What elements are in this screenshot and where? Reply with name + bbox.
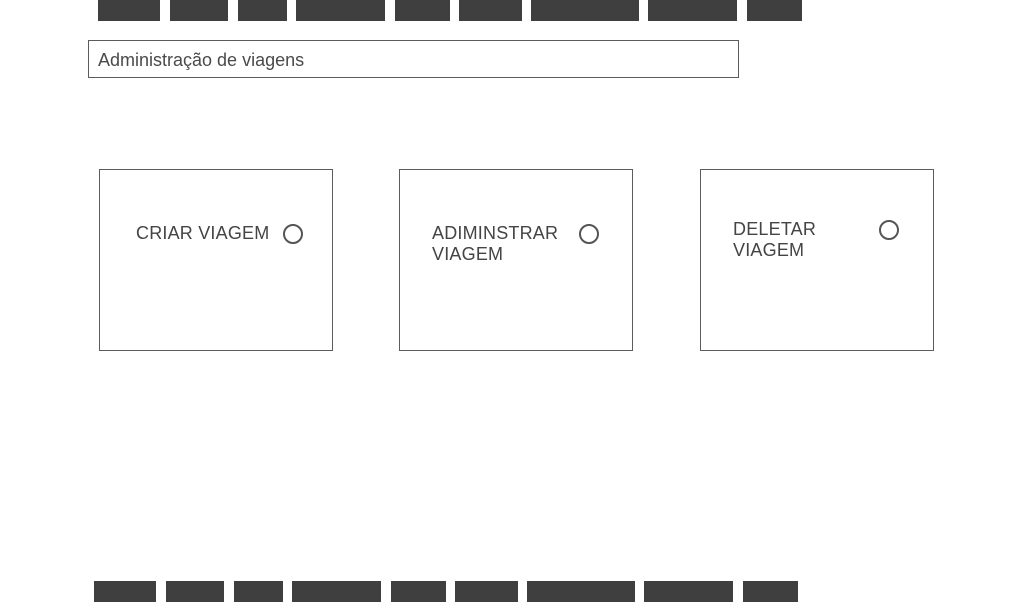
top-nav-item-1[interactable] — [98, 0, 160, 21]
top-nav-item-9[interactable] — [747, 0, 802, 21]
top-nav-item-8[interactable] — [648, 0, 737, 21]
top-nav-item-6[interactable] — [459, 0, 522, 21]
delete-trip-card[interactable]: DELETAR VIAGEM — [700, 169, 934, 351]
bottom-nav-item-7[interactable] — [527, 581, 635, 602]
top-nav-item-3[interactable] — [238, 0, 287, 21]
delete-trip-label: DELETAR VIAGEM — [733, 219, 817, 260]
bottom-nav-item-5[interactable] — [391, 581, 446, 602]
page-title: Administração de viagens — [98, 50, 305, 70]
bottom-nav-item-9[interactable] — [743, 581, 798, 602]
manage-trip-card[interactable]: ADIMINSTRAR VIAGEM — [399, 169, 633, 351]
create-trip-label: CRIAR VIAGEM — [136, 223, 270, 243]
bottom-nav-item-1[interactable] — [94, 581, 156, 602]
page-title-box: Administração de viagens — [88, 40, 739, 78]
top-nav-item-5[interactable] — [395, 0, 450, 21]
manage-trip-label: ADIMINSTRAR VIAGEM — [432, 223, 559, 264]
top-nav-item-2[interactable] — [170, 0, 228, 21]
top-nav-item-4[interactable] — [296, 0, 385, 21]
create-trip-radio-icon[interactable] — [283, 224, 303, 244]
bottom-nav-item-3[interactable] — [234, 581, 283, 602]
manage-trip-radio-icon[interactable] — [579, 224, 599, 244]
bottom-nav-item-6[interactable] — [455, 581, 518, 602]
bottom-nav-item-4[interactable] — [292, 581, 381, 602]
create-trip-card[interactable]: CRIAR VIAGEM — [99, 169, 333, 351]
bottom-nav-item-8[interactable] — [644, 581, 733, 602]
top-nav-item-7[interactable] — [531, 0, 639, 21]
bottom-nav-item-2[interactable] — [166, 581, 224, 602]
delete-trip-radio-icon[interactable] — [879, 220, 899, 240]
